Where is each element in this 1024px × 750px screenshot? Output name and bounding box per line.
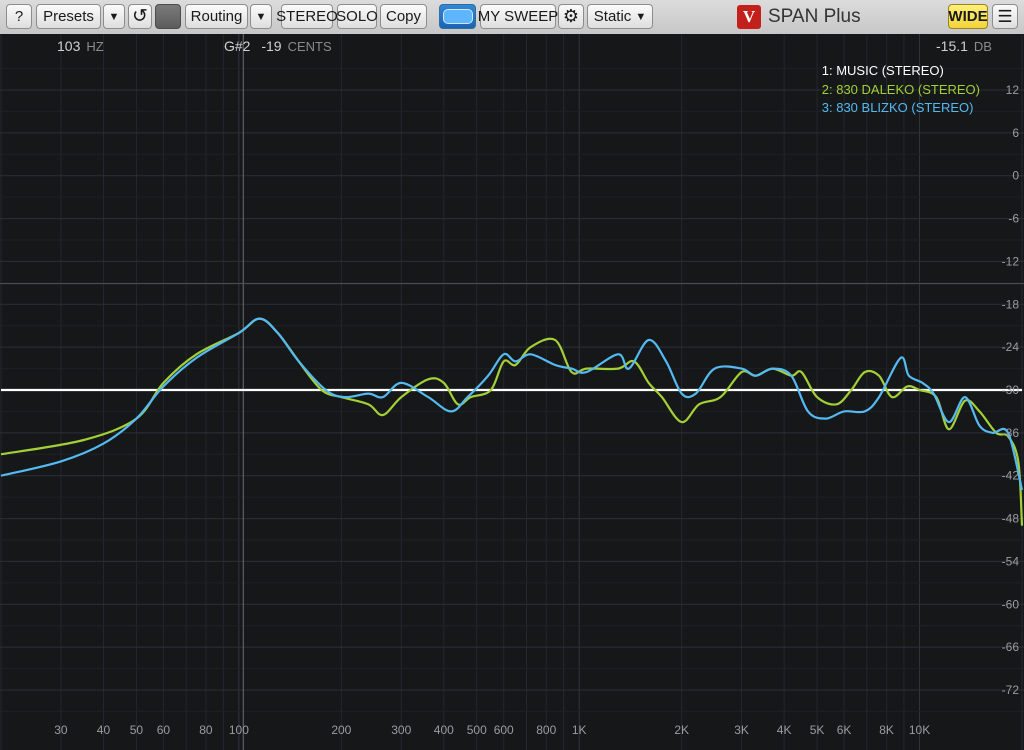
presets-dropdown-button[interactable]: ▼ [103,4,125,29]
help-button[interactable]: ? [6,4,32,29]
level-unit: DB [973,39,992,54]
y-tick-label: 0 [1012,169,1019,183]
x-tick-label: 6K [837,723,852,737]
routing-dropdown-button[interactable]: ▼ [250,4,272,29]
x-tick-label: 500 [467,723,487,737]
chevron-down-icon: ▼ [108,10,120,23]
chevron-down-icon: ▼ [255,10,267,23]
menu-button[interactable]: ☰ [992,4,1018,29]
y-tick-label: -12 [1002,254,1020,268]
x-tick-label: 600 [494,723,514,737]
level-readout: -15.1 DB [936,38,992,54]
y-tick-label: -6 [1008,212,1019,226]
y-tick-label: -24 [1002,340,1020,354]
x-tick-label: 200 [331,723,351,737]
span-plus-window: ? Presets ▼ ↺ Routing ▼ STEREO SOLO Copy… [0,0,1024,750]
y-tick-label: 12 [1006,83,1020,97]
y-tick-label: -18 [1002,297,1020,311]
legend: 1: MUSIC (STEREO) 2: 830 DALEKO (STEREO)… [822,62,980,118]
wide-button[interactable]: WIDE [948,4,988,29]
x-tick-label: 30 [54,723,68,737]
copy-button[interactable]: Copy [380,4,427,29]
y-tick-label: 6 [1012,126,1019,140]
chevron-down-icon: ▼ [635,10,647,23]
x-tick-label: 2K [674,723,689,737]
x-tick-label: 800 [536,723,556,737]
visibility-toggle[interactable] [439,4,476,29]
x-tick-label: 4K [777,723,792,737]
stereo-button[interactable]: STEREO [276,4,338,29]
reset-button[interactable]: ↺ [128,4,152,29]
note-value: G#2 [224,38,251,54]
x-tick-label: 10K [909,723,930,737]
x-tick-label: 1K [572,723,587,737]
toggle-indicator [442,9,473,24]
sweep-selector-button[interactable]: MY SWEEP [478,4,558,29]
cents-unit: CENTS [287,39,332,54]
x-tick-label: 300 [391,723,411,737]
x-tick-label: 40 [97,723,111,737]
solo-button[interactable]: SOLO [336,4,378,29]
note-readout: G#2 -19 CENTS [224,38,332,54]
x-tick-label: 3K [734,723,749,737]
y-tick-label: -66 [1002,640,1020,654]
gear-icon: ⚙ [562,6,580,26]
x-tick-label: 100 [229,723,249,737]
x-tick-label: 80 [199,723,213,737]
frequency-unit: HZ [86,39,104,54]
mode-dropdown[interactable]: Static ▼ [587,4,653,29]
legend-item-daleko[interactable]: 2: 830 DALEKO (STEREO) [822,81,980,100]
reset-icon: ↺ [132,6,148,27]
y-tick-label: -30 [1002,383,1020,397]
y-tick-label: -54 [1002,554,1020,568]
x-tick-label: 400 [434,723,454,737]
routing-button[interactable]: Routing [185,4,248,29]
brand-logo: V [737,5,761,29]
presets-button[interactable]: Presets [36,4,101,29]
toolbar: ? Presets ▼ ↺ Routing ▼ STEREO SOLO Copy… [0,0,1024,35]
color-swatch-button[interactable] [155,4,181,29]
settings-button[interactable]: ⚙ [558,4,584,29]
spectrum-chart: 30 40 50 60 80 100 200 300 400 500 600 800 1K 2K 3K 4K 5… [0,34,1024,750]
series-line-daleko [0,317,1024,526]
series-line-blizko [0,317,1024,491]
y-tick-label: -72 [1002,683,1020,697]
level-value: -15.1 [936,38,968,54]
frequency-value: 103 [57,38,81,54]
legend-item-blizko[interactable]: 3: 830 BLIZKO (STEREO) [822,99,980,118]
app-title: SPAN Plus [768,6,861,27]
x-tick-label: 5K [810,723,825,737]
cents-value: -19 [261,38,282,54]
legend-item-music[interactable]: 1: MUSIC (STEREO) [822,62,980,81]
hamburger-menu-icon: ☰ [997,6,1013,26]
spectrum-plot[interactable]: 30 40 50 60 80 100 200 300 400 500 600 800 1K 2K 3K 4K 5… [0,34,1024,750]
frequency-readout: 103 HZ [57,38,104,54]
x-tick-label: 60 [157,723,171,737]
y-tick-label: -48 [1002,512,1020,526]
y-tick-label: -42 [1002,469,1020,483]
x-tick-label: 50 [130,723,144,737]
y-tick-label: -60 [1002,597,1020,611]
x-tick-label: 8K [879,723,894,737]
y-tick-label: -36 [1002,426,1020,440]
brand: V SPAN Plus [737,3,861,31]
mode-label: Static [593,8,632,25]
